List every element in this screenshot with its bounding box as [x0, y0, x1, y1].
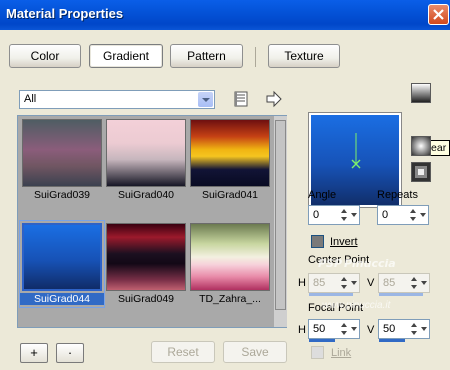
rectangular-gradient-icon: [412, 163, 430, 181]
tab-color[interactable]: Color: [9, 44, 81, 68]
chevron-down-icon[interactable]: [198, 92, 213, 107]
svg-text:Pinuccia: Pinuccia: [344, 257, 396, 270]
link-label[interactable]: Link: [331, 347, 351, 359]
chevron-down-icon[interactable]: [420, 275, 429, 291]
scrollbar-thumb[interactable]: [275, 120, 286, 310]
document-edit-icon: [234, 91, 248, 107]
gradient-label: SuiGrad049: [117, 293, 175, 305]
center-h-label: H: [298, 277, 306, 289]
tab-gradient[interactable]: Gradient: [89, 44, 163, 68]
category-dropdown[interactable]: All: [19, 90, 215, 109]
repeats-value: 0: [382, 209, 389, 221]
gradient-swatch: [22, 119, 102, 187]
tab-texture[interactable]: Texture: [268, 44, 340, 68]
gradient-item[interactable]: SuiGrad049: [106, 223, 186, 305]
gradient-item[interactable]: SuiGrad039: [22, 119, 102, 201]
chevron-down-icon[interactable]: [350, 207, 359, 223]
gradient-swatch: [106, 223, 186, 291]
arrow-right-icon: [266, 90, 282, 108]
focal-h-value: 50: [313, 323, 326, 335]
gradient-label: SuiGrad039: [33, 189, 91, 201]
center-h-level: [309, 293, 353, 296]
angle-value: 0: [313, 209, 320, 221]
save-button[interactable]: Save: [223, 341, 287, 363]
spin-updown-icon[interactable]: [340, 207, 349, 223]
gradient-swatch: [22, 223, 102, 291]
center-v-stepper[interactable]: 85: [378, 273, 430, 296]
chevron-down-icon[interactable]: [420, 321, 429, 337]
remove-gradient-button[interactable]: ·: [56, 343, 84, 363]
focal-v-label: V: [367, 324, 375, 336]
title-bar: Material Properties: [0, 0, 450, 30]
invert-label[interactable]: Invert: [330, 236, 358, 248]
style-linear-button[interactable]: [411, 83, 431, 103]
watermark-logo: PSP Pinuccia: [318, 256, 398, 273]
gradient-label: SuiGrad040: [117, 189, 175, 201]
chevron-down-icon[interactable]: [350, 321, 359, 337]
style-radial-button[interactable]: [411, 136, 431, 156]
dialog-body: Color Gradient Pattern Texture All SuiGr…: [0, 30, 450, 370]
angle-label: Angle: [308, 189, 337, 201]
style-rectangular-button[interactable]: [411, 162, 431, 182]
tab-separator: [255, 47, 256, 67]
spin-updown-icon[interactable]: [410, 275, 419, 291]
watermark-url: www.pinuccia.it: [322, 300, 391, 311]
gradient-item[interactable]: SuiGrad041: [190, 119, 270, 201]
focal-v-level: [379, 339, 405, 342]
window-title: Material Properties: [6, 6, 124, 21]
gradient-label: SuiGrad041: [201, 189, 259, 201]
gradient-label: SuiGrad044: [20, 293, 104, 305]
spin-updown-icon[interactable]: [340, 275, 349, 291]
focal-v-stepper[interactable]: 50: [378, 319, 430, 342]
spin-updown-icon[interactable]: [409, 207, 418, 223]
focal-h-stepper[interactable]: 50: [308, 319, 360, 342]
link-checkbox[interactable]: [311, 346, 324, 359]
watermark-logo-icon: PSP Pinuccia: [318, 257, 396, 270]
center-v-level: [379, 293, 423, 296]
focal-h-level: [309, 339, 335, 342]
close-icon: [433, 9, 444, 20]
invert-checkbox[interactable]: [311, 235, 324, 248]
center-h-stepper[interactable]: 85: [308, 273, 360, 296]
spin-updown-icon[interactable]: [340, 321, 349, 337]
focal-v-value: 50: [383, 323, 396, 335]
close-button[interactable]: [428, 4, 449, 25]
gradient-item-selected[interactable]: SuiGrad044: [19, 220, 105, 308]
gradient-gallery: SuiGrad039 SuiGrad040 SuiGrad041 SuiGrad…: [17, 115, 287, 328]
center-h-value: 85: [313, 277, 326, 289]
center-v-label: V: [367, 277, 375, 289]
svg-text:PSP: PSP: [318, 257, 342, 270]
center-v-value: 85: [383, 277, 396, 289]
add-gradient-button[interactable]: +: [20, 343, 48, 363]
chevron-down-icon[interactable]: [419, 207, 428, 223]
reset-button[interactable]: Reset: [151, 341, 215, 363]
edit-gradient-button[interactable]: [232, 90, 250, 108]
gallery-scrollbar[interactable]: [274, 116, 287, 327]
focal-h-label: H: [298, 324, 306, 336]
gradient-swatch: [190, 223, 270, 291]
category-value: All: [24, 93, 37, 105]
gradient-swatch: [106, 119, 186, 187]
repeats-stepper[interactable]: 0: [377, 205, 429, 225]
gradient-label: TD_Zahra_...: [199, 293, 261, 305]
export-button[interactable]: [265, 90, 283, 108]
spin-updown-icon[interactable]: [410, 321, 419, 337]
chevron-down-icon[interactable]: [350, 275, 359, 291]
gradient-item[interactable]: TD_Zahra_...: [190, 223, 270, 305]
gradient-swatch: [190, 119, 270, 187]
gradient-item[interactable]: SuiGrad040: [106, 119, 186, 201]
repeats-label: Repeats: [377, 189, 418, 201]
angle-stepper[interactable]: 0: [308, 205, 360, 225]
tab-pattern[interactable]: Pattern: [170, 44, 243, 68]
